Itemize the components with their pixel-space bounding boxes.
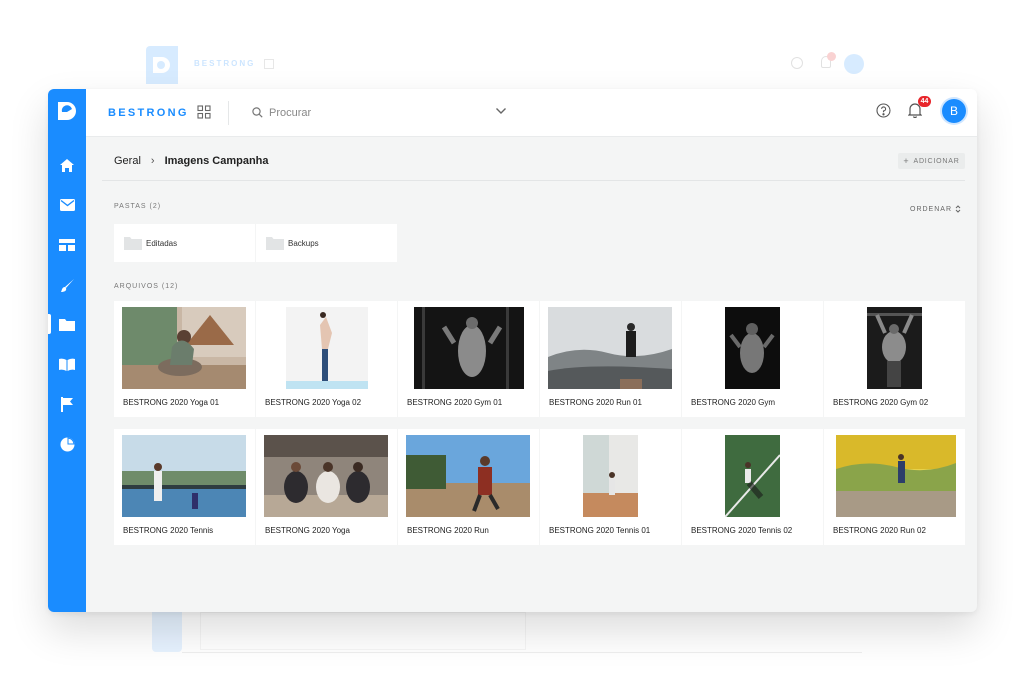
folder-name: Editadas	[146, 238, 178, 248]
sidebar	[48, 89, 86, 612]
file-name: BESTRONG 2020 Gym 01	[407, 398, 503, 407]
add-button-label: ADICIONAR	[913, 157, 960, 165]
file-card[interactable]: BESTRONG 2020 Tennis 02	[682, 429, 823, 545]
ghost-bottom-sidebar	[152, 612, 182, 652]
header-divider	[228, 101, 229, 125]
folder-icon	[59, 318, 75, 331]
sidebar-item-brush[interactable]	[48, 271, 86, 299]
file-name: BESTRONG 2020 Yoga 01	[123, 398, 220, 407]
sidebar-item-folders[interactable]	[48, 310, 86, 338]
sidebar-item-home[interactable]	[48, 151, 86, 179]
brand-logo-text[interactable]: BESTRONG	[108, 107, 189, 119]
file-name: BESTRONG 2020 Gym	[691, 398, 776, 407]
pie-chart-icon	[60, 437, 74, 451]
sidebar-item-layout[interactable]	[48, 231, 86, 259]
file-name: BESTRONG 2020 Yoga 02	[265, 398, 362, 407]
ghost-help-icon	[791, 57, 803, 69]
file-thumbnail	[406, 435, 530, 517]
file-card[interactable]: BESTRONG 2020 Gym	[682, 301, 823, 417]
file-thumbnail	[414, 307, 524, 389]
home-icon	[60, 158, 74, 172]
app-logo[interactable]	[48, 89, 86, 133]
breadcrumb-separator: ›	[150, 155, 155, 167]
file-thumbnail	[122, 307, 246, 389]
file-card[interactable]: BESTRONG 2020 Yoga 01	[114, 301, 255, 417]
folder-item[interactable]: Editadas	[114, 224, 255, 262]
sort-icon	[955, 205, 961, 213]
file-card[interactable]: BESTRONG 2020 Run 01	[540, 301, 681, 417]
brush-icon	[60, 278, 74, 292]
sidebar-item-book[interactable]	[48, 350, 86, 378]
file-card[interactable]: BESTRONG 2020 Yoga	[256, 429, 397, 545]
file-name: BESTRONG 2020 Run 02	[833, 526, 926, 535]
sidebar-item-mail[interactable]	[48, 191, 86, 219]
ghost-badge	[827, 52, 836, 61]
file-thumbnail	[583, 435, 638, 517]
add-button[interactable]: + ADICIONAR	[898, 153, 965, 169]
file-thumbnail	[122, 435, 246, 517]
main-content: Geral › Imagens Campanha + ADICIONAR PAST…	[86, 137, 977, 612]
breadcrumb-current: Imagens Campanha	[164, 155, 269, 167]
breadcrumb-root[interactable]: Geral	[114, 155, 141, 167]
sidebar-item-reports[interactable]	[48, 430, 86, 458]
book-icon	[59, 358, 75, 371]
search-icon	[252, 107, 263, 118]
breadcrumb: Geral › Imagens Campanha	[114, 155, 269, 167]
file-name: BESTRONG 2020 Run 01	[549, 398, 642, 407]
apps-grid-icon	[197, 105, 211, 119]
background-window-ghost: BESTRONG	[146, 46, 868, 86]
file-thumbnail	[264, 435, 388, 517]
file-name: BESTRONG 2020 Tennis	[123, 526, 214, 535]
ghost-logo	[146, 46, 178, 84]
layout-icon	[59, 239, 75, 251]
file-thumbnail	[725, 435, 780, 517]
file-card[interactable]: BESTRONG 2020 Run 02	[824, 429, 965, 545]
folder-name: Backups	[288, 238, 319, 248]
file-thumbnail	[725, 307, 780, 389]
ghost-avatar	[844, 54, 864, 74]
file-card[interactable]: BESTRONG 2020 Tennis 01	[540, 429, 681, 545]
chevron-down-icon[interactable]	[495, 107, 507, 115]
file-card[interactable]: BESTRONG 2020 Run	[398, 429, 539, 545]
ghost-bottom-card	[200, 612, 526, 650]
sidebar-item-flag[interactable]	[48, 390, 86, 418]
notification-badge: 44	[918, 96, 931, 107]
file-card[interactable]: BESTRONG 2020 Gym 01	[398, 301, 539, 417]
file-name: BESTRONG 2020 Run	[407, 526, 489, 535]
ghost-divider	[182, 652, 862, 653]
folders-section-label: PASTAS (2)	[114, 203, 162, 210]
file-name: BESTRONG 2020 Gym 02	[833, 398, 929, 407]
ghost-grid-icon	[264, 59, 274, 69]
file-thumbnail	[286, 307, 368, 389]
app-window: BESTRONG 44 B Geral › Imagens Campanha +…	[48, 89, 977, 612]
top-bar: BESTRONG 44 B	[86, 89, 977, 137]
search-input[interactable]	[269, 102, 449, 124]
file-card[interactable]: BESTRONG 2020 Gym 02	[824, 301, 965, 417]
file-name: BESTRONG 2020 Yoga	[265, 526, 350, 535]
files-section-label: ARQUIVOS (12)	[114, 283, 179, 290]
file-thumbnail	[867, 307, 922, 389]
file-card[interactable]: BESTRONG 2020 Yoga 02	[256, 301, 397, 417]
file-thumbnail	[836, 435, 956, 517]
content-divider	[102, 180, 965, 181]
plus-icon: +	[903, 156, 910, 166]
sort-button[interactable]: ORDENAR	[910, 205, 961, 213]
mail-icon	[59, 199, 75, 211]
folder-item[interactable]: Backups	[256, 224, 397, 262]
user-avatar[interactable]: B	[942, 99, 966, 123]
ghost-brand: BESTRONG	[194, 59, 256, 68]
flag-icon	[61, 396, 73, 412]
file-name: BESTRONG 2020 Tennis 02	[691, 526, 793, 535]
apps-grid-button[interactable]	[197, 105, 211, 119]
folder-icon	[124, 236, 142, 250]
help-icon[interactable]	[876, 103, 891, 118]
file-name: BESTRONG 2020 Tennis 01	[549, 526, 651, 535]
sort-label: ORDENAR	[910, 205, 953, 213]
file-thumbnail	[548, 307, 672, 389]
file-card[interactable]: BESTRONG 2020 Tennis	[114, 429, 255, 545]
folder-icon	[266, 236, 284, 250]
